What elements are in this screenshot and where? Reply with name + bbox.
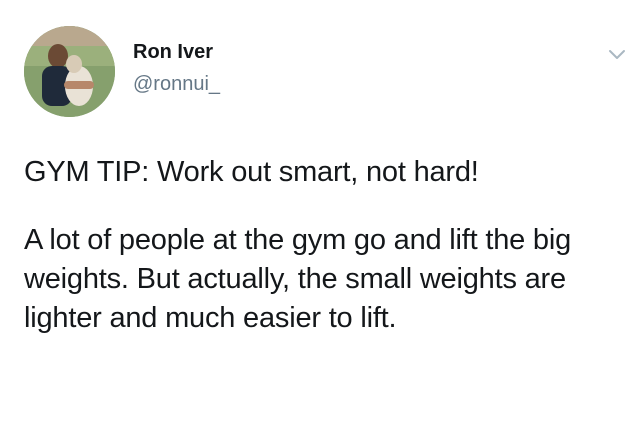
tweet-card: Ron Iver @ronnui_ GYM TIP: Work out smar… [0, 0, 640, 445]
avatar[interactable] [24, 26, 115, 117]
tweet-headline: GYM TIP: Work out smart, not hard! [24, 156, 479, 188]
author-info: Ron Iver @ronnui_ [133, 40, 220, 96]
avatar-image [24, 26, 115, 117]
user-handle[interactable]: @ronnui_ [133, 72, 220, 96]
chevron-down-icon[interactable] [606, 46, 628, 62]
display-name[interactable]: Ron Iver [133, 40, 220, 64]
tweet-body: A lot of people at the gym go and lift t… [24, 224, 572, 334]
